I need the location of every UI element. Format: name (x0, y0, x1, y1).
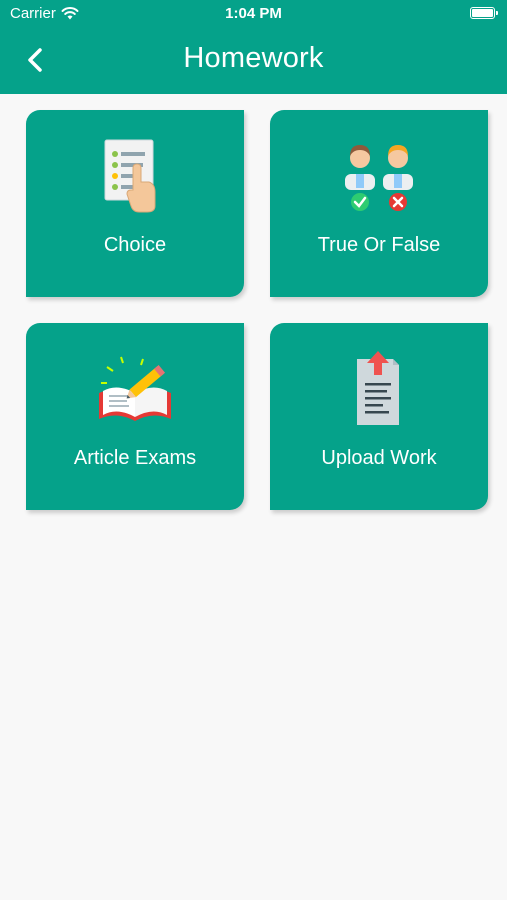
article-exams-label: Article Exams (73, 447, 197, 469)
upload-work-card[interactable]: Upload Work (270, 323, 488, 510)
article-exams-card[interactable]: Article Exams (26, 323, 244, 510)
true-or-false-label: True Or False (317, 234, 441, 256)
choice-label: Choice (103, 234, 167, 256)
book-pencil-icon (99, 356, 171, 421)
checklist-hand-icon (104, 139, 156, 213)
status-bar: Carrier 1:04 PM (0, 0, 507, 28)
upload-work-label: Upload Work (321, 447, 437, 469)
battery-icon (470, 7, 498, 19)
clock: 1:04 PM (225, 5, 282, 22)
true-or-false-card[interactable]: True Or False (270, 110, 488, 297)
true-false-people-icon (345, 145, 413, 211)
document-upload-icon (357, 351, 399, 425)
choice-card[interactable]: Choice (26, 110, 244, 297)
page-title: Homework (183, 42, 324, 74)
app-header: Carrier 1:04 PM Homework (0, 0, 507, 94)
